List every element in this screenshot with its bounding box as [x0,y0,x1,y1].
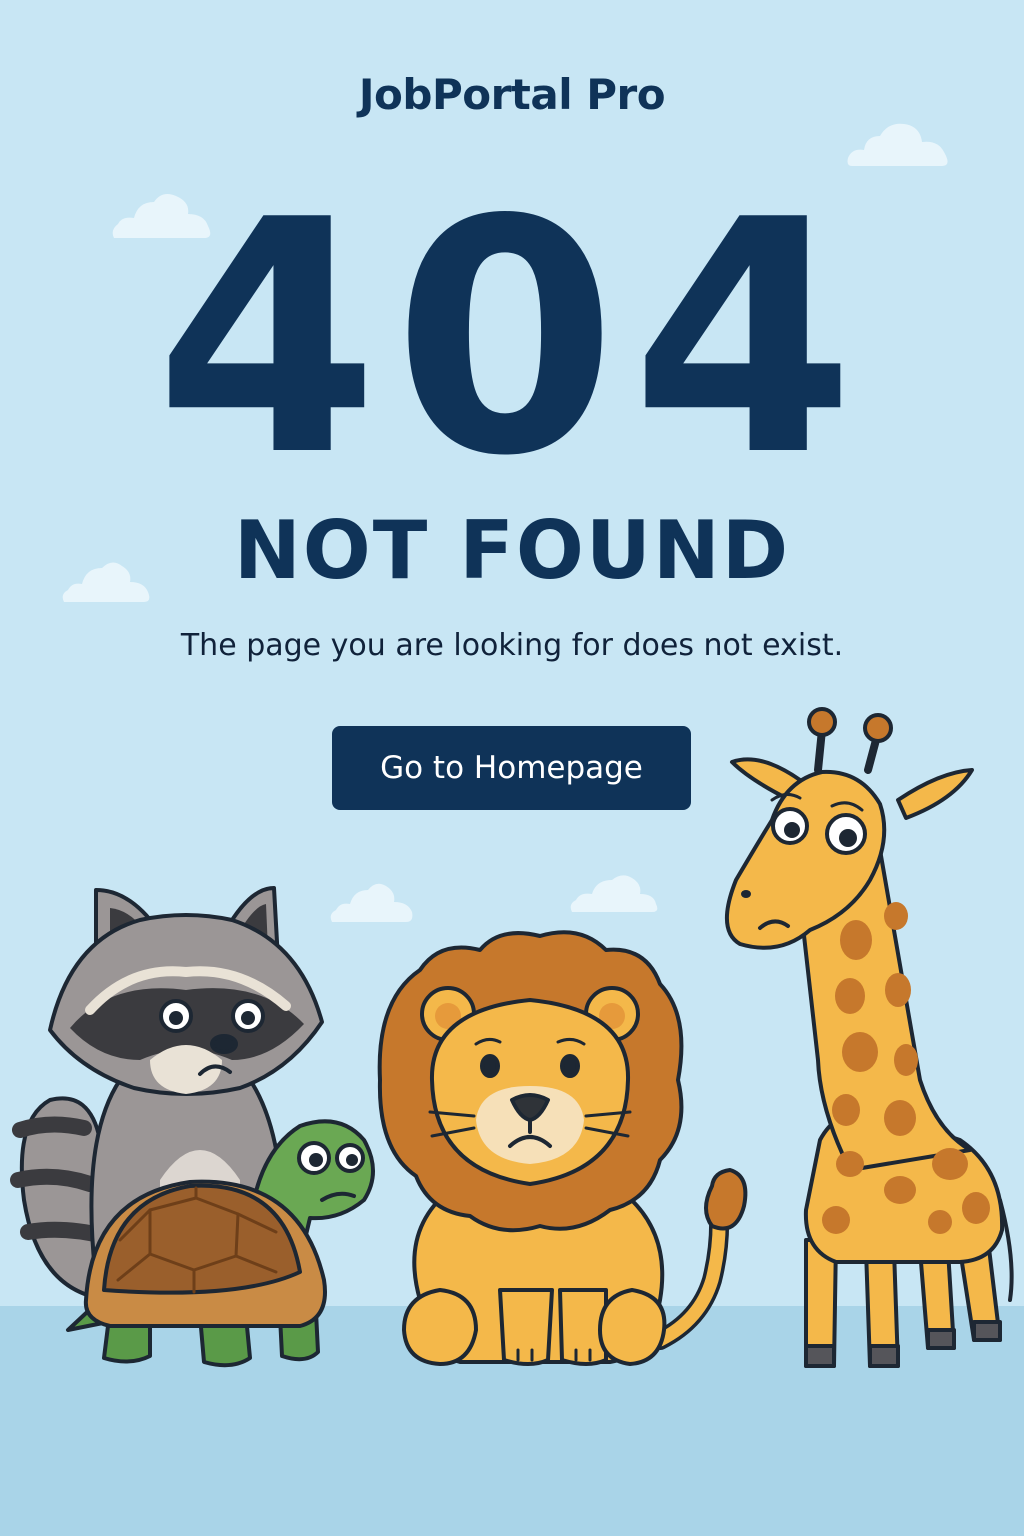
error-page: JobPortal Pro 404 NOT FOUND The page you… [0,0,1024,1536]
giraffe-icon [724,707,1014,1368]
lion-icon [377,930,748,1366]
animals-illustration [10,707,1014,1368]
